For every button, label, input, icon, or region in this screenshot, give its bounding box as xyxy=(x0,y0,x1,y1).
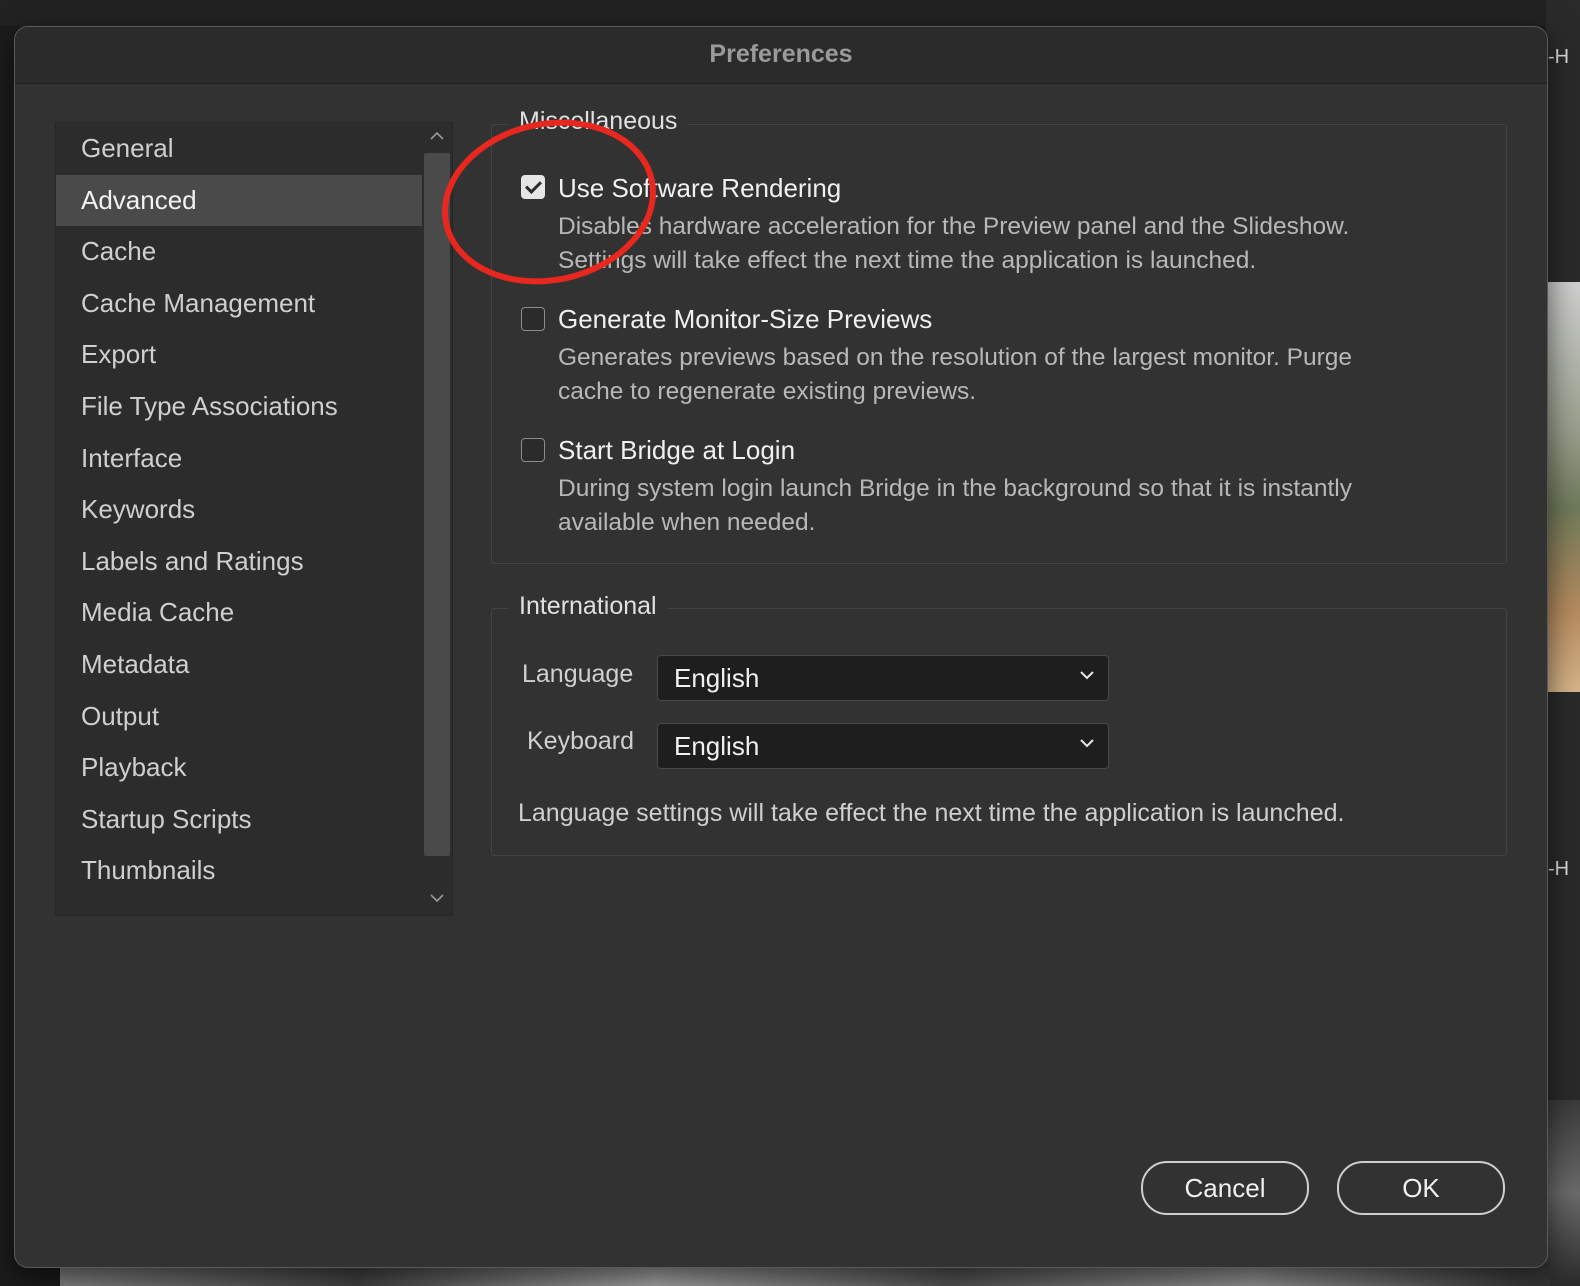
dialog-title: Preferences xyxy=(15,27,1547,84)
description-line: During system login launch Bridge in the… xyxy=(558,475,1352,502)
monitor-size-previews-description: Generates previews based on the resoluti… xyxy=(558,341,1478,409)
keyboard-select[interactable]: English xyxy=(657,723,1109,769)
description-line: Generates previews based on the resoluti… xyxy=(558,344,1352,371)
language-select[interactable]: English xyxy=(657,655,1109,701)
sidebar-item-file-type-associations[interactable]: File Type Associations xyxy=(56,381,422,433)
scroll-down-icon[interactable] xyxy=(422,887,452,908)
sidebar-item-keywords[interactable]: Keywords xyxy=(56,484,422,536)
sidebar-item-interface[interactable]: Interface xyxy=(56,433,422,485)
sidebar-item-cache[interactable]: Cache xyxy=(56,226,422,278)
language-note: Language settings will take effect the n… xyxy=(518,799,1345,827)
background-thumbnail xyxy=(1546,282,1580,692)
sidebar-list: General Advanced Cache Cache Management … xyxy=(56,123,422,915)
background-thumbnail xyxy=(1546,1100,1580,1286)
background-app-panel: -H -H xyxy=(1546,0,1580,1286)
sidebar-item-cache-management[interactable]: Cache Management xyxy=(56,278,422,330)
cancel-button[interactable]: Cancel xyxy=(1141,1161,1309,1215)
sidebar-item-partial[interactable] xyxy=(56,897,422,915)
chevron-down-icon xyxy=(1080,739,1094,748)
preferences-sidebar: General Advanced Cache Cache Management … xyxy=(55,122,453,916)
software-rendering-description: Disables hardware acceleration for the P… xyxy=(558,210,1478,278)
description-line: cache to regenerate existing previews. xyxy=(558,378,977,405)
description-line: Settings will take effect the next time … xyxy=(558,247,1257,274)
scroll-up-icon[interactable] xyxy=(422,125,452,146)
preferences-dialog: Preferences General Advanced Cache Cache… xyxy=(14,26,1548,1268)
language-label: Language xyxy=(522,660,634,688)
sidebar-item-labels-and-ratings[interactable]: Labels and Ratings xyxy=(56,536,422,588)
language-value: English xyxy=(674,663,760,693)
sidebar-item-playback[interactable]: Playback xyxy=(56,742,422,794)
keyboard-label: Keyboard xyxy=(527,727,635,755)
description-line: available when needed. xyxy=(558,509,816,536)
software-rendering-label[interactable]: Use Software Rendering xyxy=(558,173,841,204)
monitor-size-previews-label[interactable]: Generate Monitor-Size Previews xyxy=(558,304,932,335)
sidebar-item-metadata[interactable]: Metadata xyxy=(56,639,422,691)
sidebar-item-thumbnails[interactable]: Thumbnails xyxy=(56,845,422,897)
scrollbar-thumb[interactable] xyxy=(424,153,450,856)
sidebar-item-startup-scripts[interactable]: Startup Scripts xyxy=(56,794,422,846)
chevron-down-icon xyxy=(1080,671,1094,680)
start-bridge-login-checkbox[interactable] xyxy=(521,438,545,462)
sidebar-scrollbar[interactable] xyxy=(422,123,452,915)
description-line: Disables hardware acceleration for the P… xyxy=(558,213,1350,240)
background-label: -H xyxy=(1548,46,1570,68)
background-label: -H xyxy=(1548,858,1570,880)
monitor-size-previews-checkbox[interactable] xyxy=(521,307,545,331)
sidebar-item-media-cache[interactable]: Media Cache xyxy=(56,587,422,639)
background-app-topbar xyxy=(0,0,1580,26)
sidebar-item-advanced[interactable]: Advanced xyxy=(56,174,422,227)
keyboard-value: English xyxy=(674,731,760,761)
software-rendering-checkbox[interactable] xyxy=(521,175,545,199)
ok-button[interactable]: OK xyxy=(1337,1161,1505,1215)
sidebar-item-general[interactable]: General xyxy=(56,123,422,175)
sidebar-item-output[interactable]: Output xyxy=(56,691,422,743)
miscellaneous-title: Miscellaneous xyxy=(509,107,688,136)
start-bridge-login-description: During system login launch Bridge in the… xyxy=(558,472,1478,540)
sidebar-item-export[interactable]: Export xyxy=(56,329,422,381)
start-bridge-login-label[interactable]: Start Bridge at Login xyxy=(558,435,795,466)
international-title: International xyxy=(509,592,667,621)
